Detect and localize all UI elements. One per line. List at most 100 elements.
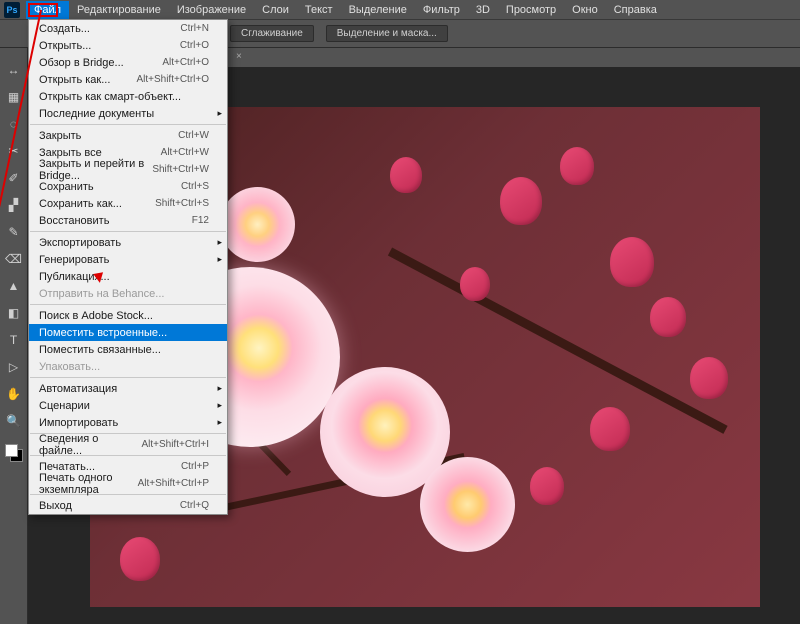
menu-item-label: Поместить связанные... bbox=[39, 344, 161, 356]
menu-item-g5-2[interactable]: Импортировать bbox=[29, 414, 227, 431]
pen-tool-icon[interactable]: ◧ bbox=[4, 303, 24, 323]
menu-item-label: Сохранить как... bbox=[39, 198, 122, 210]
menu-item-shortcut: Shift+Ctrl+S bbox=[155, 198, 209, 209]
eraser-tool-icon[interactable]: ⌫ bbox=[4, 249, 24, 269]
menu-item-label: Обзор в Bridge... bbox=[39, 57, 124, 69]
app-icon-text: Ps bbox=[6, 5, 17, 15]
menu-item-shortcut: Shift+Ctrl+W bbox=[152, 164, 209, 175]
menu-item-label: Автоматизация bbox=[39, 383, 117, 395]
menu-item-label: Сведения о файле... bbox=[39, 433, 141, 457]
menu-item-g3-3: Отправить на Behance... bbox=[29, 285, 227, 302]
menu-item-label: Выход bbox=[39, 500, 72, 512]
menu-item-shortcut: Ctrl+W bbox=[178, 130, 209, 141]
brush-tool-icon[interactable]: ✎ bbox=[4, 222, 24, 242]
menu-item-g3-2[interactable]: Публикация... bbox=[29, 268, 227, 285]
menu-item-g4-2[interactable]: Поместить связанные... bbox=[29, 341, 227, 358]
menu-item-shortcut: Ctrl+O bbox=[180, 40, 209, 51]
menu-item-label: Восстановить bbox=[39, 215, 109, 227]
menu-item-label: Последние документы bbox=[39, 108, 154, 120]
close-icon[interactable]: × bbox=[236, 51, 242, 62]
menu-item-label: Создать... bbox=[39, 23, 90, 35]
menu-item-label: Закрыть bbox=[39, 130, 81, 142]
eyedropper-tool-icon[interactable]: ✐ bbox=[4, 168, 24, 188]
opt-antialias[interactable]: Сглаживание bbox=[230, 25, 314, 42]
menu-separator bbox=[30, 124, 226, 125]
tools-panel: ↔ ▦ ◌ ✂ ✐ ▞ ✎ ⌫ ▲ ◧ T ▷ ✋ 🔍 bbox=[0, 48, 28, 624]
app-icon: Ps bbox=[4, 2, 20, 18]
lasso-tool-icon[interactable]: ◌ bbox=[4, 114, 24, 134]
menu-item-label: Открыть... bbox=[39, 40, 91, 52]
menu-item-shortcut: F12 bbox=[192, 215, 209, 226]
type-tool-icon[interactable]: T bbox=[4, 330, 24, 350]
menu-item-shortcut: Ctrl+S bbox=[181, 181, 209, 192]
menu-item-g5-0[interactable]: Автоматизация bbox=[29, 380, 227, 397]
menu-separator bbox=[30, 377, 226, 378]
menu-image[interactable]: Изображение bbox=[169, 1, 254, 19]
menu-item-g4-3: Упаковать... bbox=[29, 358, 227, 375]
menu-item-shortcut: Alt+Shift+Ctrl+O bbox=[136, 74, 209, 85]
menu-item-shortcut: Alt+Shift+Ctrl+I bbox=[141, 439, 209, 450]
menu-item-shortcut: Alt+Shift+Ctrl+P bbox=[138, 478, 209, 489]
menu-item-shortcut: Ctrl+P bbox=[181, 461, 209, 472]
menu-item-g4-1[interactable]: Поместить встроенные... bbox=[29, 324, 227, 341]
menu-item-label: Поиск в Adobe Stock... bbox=[39, 310, 153, 322]
menu-item-g3-1[interactable]: Генерировать bbox=[29, 251, 227, 268]
menu-window[interactable]: Окно bbox=[564, 1, 606, 19]
menu-item-g6-0[interactable]: Сведения о файле...Alt+Shift+Ctrl+I bbox=[29, 436, 227, 453]
menu-edit[interactable]: Редактирование bbox=[69, 1, 169, 19]
menu-item-g2-4[interactable]: Сохранить как... Shift+Ctrl+S bbox=[29, 195, 227, 212]
menu-item-shortcut: Ctrl+Q bbox=[180, 500, 209, 511]
menu-item-label: Сохранить bbox=[39, 181, 94, 193]
menu-text[interactable]: Текст bbox=[297, 1, 341, 19]
menu-item-label: Сценарии bbox=[39, 400, 90, 412]
menu-3d[interactable]: 3D bbox=[468, 1, 498, 19]
menu-item-label: Отправить на Behance... bbox=[39, 288, 164, 300]
file-menu-dropdown: Создать...Ctrl+N Открыть... Ctrl+O Обзор в … bbox=[28, 19, 228, 515]
menu-separator bbox=[30, 231, 226, 232]
menu-help[interactable]: Справка bbox=[606, 1, 665, 19]
crop-tool-icon[interactable]: ✂ bbox=[4, 141, 24, 161]
annotation-arrowhead bbox=[93, 272, 105, 284]
menu-item-label: Открыть как... bbox=[39, 74, 110, 86]
gradient-tool-icon[interactable]: ▲ bbox=[4, 276, 24, 296]
healing-tool-icon[interactable]: ▞ bbox=[4, 195, 24, 215]
marquee-tool-icon[interactable]: ▦ bbox=[4, 87, 24, 107]
menu-item-label: Печать одного экземпляра bbox=[39, 472, 138, 496]
path-tool-icon[interactable]: ▷ bbox=[4, 357, 24, 377]
menu-item-g2-5[interactable]: Восстановить F12 bbox=[29, 212, 227, 229]
menu-layers[interactable]: Слои bbox=[254, 1, 297, 19]
menu-item-shortcut: Alt+Ctrl+O bbox=[162, 57, 209, 68]
menu-item-shortcut: Alt+Ctrl+W bbox=[161, 147, 209, 158]
document-tab[interactable]: × bbox=[230, 47, 242, 65]
menu-item-label: Генерировать bbox=[39, 254, 109, 266]
menu-item-g2-0[interactable]: Закрыть Ctrl+W bbox=[29, 127, 227, 144]
menu-item-g1-3[interactable]: Открыть как... Alt+Shift+Ctrl+O bbox=[29, 71, 227, 88]
menu-view[interactable]: Просмотр bbox=[498, 1, 564, 19]
zoom-tool-icon[interactable]: 🔍 bbox=[4, 411, 24, 431]
menu-item-g8-0[interactable]: Выход Ctrl+Q bbox=[29, 497, 227, 514]
menu-item-label: Поместить встроенные... bbox=[39, 327, 167, 339]
menu-item-label: Импортировать bbox=[39, 417, 118, 429]
menu-item-g7-1[interactable]: Печать одного экземпляраAlt+Shift+Ctrl+P bbox=[29, 475, 227, 492]
menu-item-g1-0[interactable]: Создать...Ctrl+N bbox=[29, 20, 227, 37]
menu-item-g1-1[interactable]: Открыть... Ctrl+O bbox=[29, 37, 227, 54]
menu-item-label: Экспортировать bbox=[39, 237, 121, 249]
menu-item-g5-1[interactable]: Сценарии bbox=[29, 397, 227, 414]
annotation-highlight bbox=[28, 3, 58, 17]
menu-filter[interactable]: Фильтр bbox=[415, 1, 468, 19]
menu-item-g1-2[interactable]: Обзор в Bridge... Alt+Ctrl+O bbox=[29, 54, 227, 71]
menu-item-g4-0[interactable]: Поиск в Adobe Stock... bbox=[29, 307, 227, 324]
menu-item-g2-2[interactable]: Закрыть и перейти в Bridge...Shift+Ctrl+… bbox=[29, 161, 227, 178]
menu-item-g1-4[interactable]: Открыть как смарт-объект... bbox=[29, 88, 227, 105]
move-tool-icon[interactable]: ↔ bbox=[4, 60, 24, 80]
menu-separator bbox=[30, 304, 226, 305]
menu-item-g1-5[interactable]: Последние документы bbox=[29, 105, 227, 122]
hand-tool-icon[interactable]: ✋ bbox=[4, 384, 24, 404]
menu-item-g2-3[interactable]: Сохранить Ctrl+S bbox=[29, 178, 227, 195]
menu-item-label: Открыть как смарт-объект... bbox=[39, 91, 181, 103]
menu-item-g3-0[interactable]: Экспортировать bbox=[29, 234, 227, 251]
opt-select-mask[interactable]: Выделение и маска... bbox=[326, 25, 448, 42]
color-swatch[interactable] bbox=[5, 444, 23, 462]
menubar: Ps Файл Редактирование Изображение Слои … bbox=[0, 0, 800, 20]
menu-select[interactable]: Выделение bbox=[341, 1, 415, 19]
